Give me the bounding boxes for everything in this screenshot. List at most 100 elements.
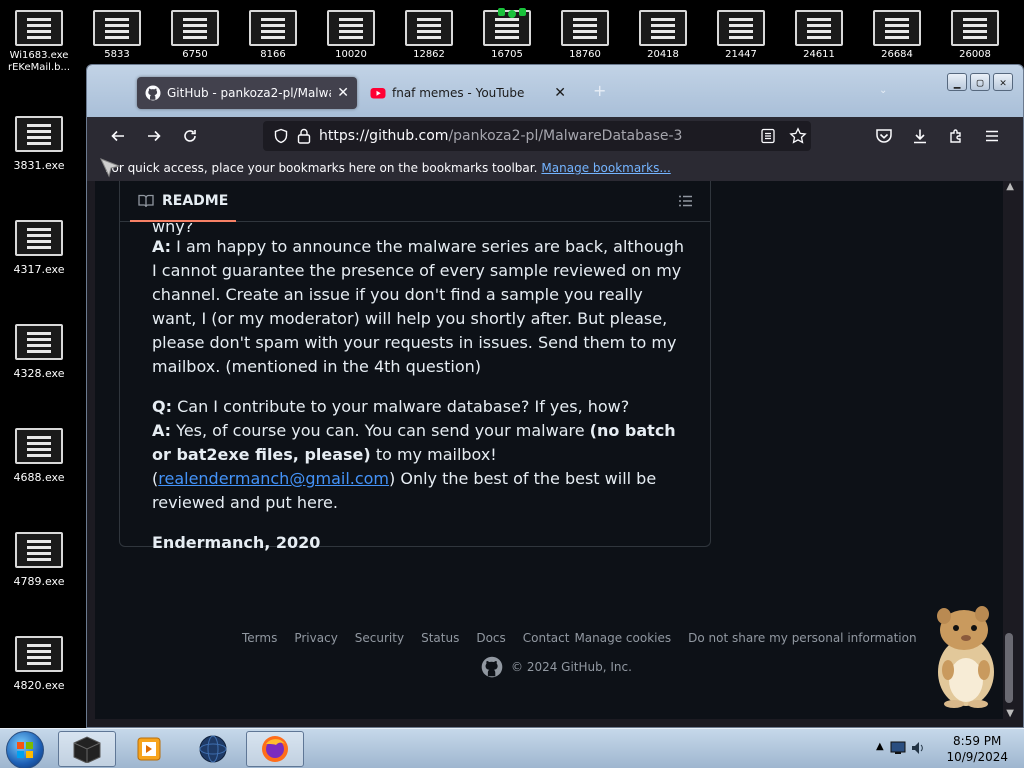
readme-header: README [120,181,710,222]
answer-label: A: [152,421,172,440]
manage-bookmarks-link[interactable]: Manage bookmarks... [541,161,670,175]
desktop-icon-exe[interactable]: 4688.exe [8,428,70,484]
globe-app-icon [199,735,227,763]
desktop-icon-label: 4789.exe [13,575,65,588]
reader-view-icon[interactable] [761,128,775,144]
media-player-icon [137,737,161,761]
exe-file-icon [93,10,141,46]
exe-file-icon [795,10,843,46]
desktop-icon-exe[interactable]: 4820.exe [8,636,70,692]
desktop-icon-exe[interactable]: 26008 [944,10,1006,57]
exe-file-icon [405,10,453,46]
desktop-icon-exe[interactable]: 3831.exe [8,116,70,172]
list-all-tabs-icon[interactable]: ⌄ [879,85,887,96]
footer-link-docs[interactable]: Docs [476,631,505,645]
firefox-icon [262,736,288,762]
footer-link-security[interactable]: Security [355,631,404,645]
menu-icon[interactable] [979,124,1005,148]
answer-text: Yes, of course you can. You can send you… [176,421,585,440]
taskbar-app-media-player[interactable] [120,731,178,767]
desktop-icon-exe[interactable]: 24611 [788,10,850,57]
tab-title: fnaf memes - YouTube [392,86,525,100]
desktop-icon-label: 16705 [491,49,523,57]
footer-link-status[interactable]: Status [421,631,459,645]
footer-link-manage-cookies[interactable]: Manage cookies [574,631,671,645]
taskbar-app-terminal[interactable] [58,731,116,767]
clock[interactable]: 8:59 PM 10/9/2024 [946,733,1008,765]
exe-file-icon [15,116,63,152]
github-icon[interactable] [481,656,503,678]
minimize-button[interactable]: ▁ [947,73,967,91]
email-link[interactable]: realendermanch@gmail.com [158,469,389,488]
github-icon [145,85,161,101]
desktop-icon-exe[interactable]: 12862 [398,10,460,57]
navigation-toolbar: https://github.com/pankoza2-pl/MalwareDa… [87,117,1023,155]
system-tray: ▲ 8:59 PM 10/9/2024 [866,729,1024,768]
forward-icon[interactable] [141,124,167,148]
shield-icon[interactable] [273,128,289,144]
footer-copyright: © 2024 GitHub, Inc. [481,656,632,678]
desktop-icon-exe[interactable]: 6750 [164,10,226,57]
answer-text: I am happy to announce the malware serie… [152,237,685,376]
footer-link-privacy[interactable]: Privacy [294,631,337,645]
desktop-icon-label: 26008 [959,49,991,57]
close-tab-icon[interactable]: ✕ [548,85,566,101]
pocket-icon[interactable] [871,124,897,148]
signature: Endermanch, 2020 [152,533,321,552]
tab-strip: GitHub - pankoza2-pl/Malware ✕ fnaf meme… [87,65,1023,117]
footer-link-do-not-share[interactable]: Do not share my personal information [688,631,916,645]
desktop-icon-exe[interactable]: 21447 [710,10,772,57]
footer-link-terms[interactable]: Terms [242,631,277,645]
desktop-icon-label: 21447 [725,49,757,57]
desktop-icon-label: 3831.exe [13,159,65,172]
scroll-up-icon[interactable]: ▲ [1006,181,1014,192]
close-window-button[interactable]: ✕ [993,73,1013,91]
exe-file-icon [15,324,63,360]
readme-tab[interactable]: README [130,181,237,222]
question-label: Q: [152,397,172,416]
exe-file-icon [249,10,297,46]
desktop-icon-exe[interactable]: 26684 [866,10,928,57]
taskbar-app-globe[interactable] [184,731,242,767]
desktop-icon-exe[interactable]: Wi1683.exe rEKeMail.b... [8,10,70,74]
question-text: Can I contribute to your malware databas… [177,397,630,416]
back-icon[interactable] [105,124,131,148]
network-icon[interactable] [890,739,908,757]
footer-links: Terms Privacy Security Status Docs Conta… [242,631,917,645]
desktop-icon-exe[interactable]: 4789.exe [8,532,70,588]
desktop-icon-label: 6750 [182,49,208,57]
clock-date: 10/9/2024 [946,750,1008,764]
desktop-icon-label: 20418 [647,49,679,57]
tab-github[interactable]: GitHub - pankoza2-pl/Malware ✕ [137,77,357,109]
footer-link-contact[interactable]: Contact [523,631,570,645]
desktop-icon-exe[interactable]: 5833 [86,10,148,57]
page-content: README why? A: I am happy to announce th… [95,181,1015,719]
exe-file-icon [717,10,765,46]
close-tab-icon[interactable]: ✕ [331,85,349,101]
desktop-icon-exe[interactable]: 10020 [320,10,382,57]
maximize-button[interactable]: ▢ [970,73,990,91]
tab-title: GitHub - pankoza2-pl/Malware [167,86,331,100]
new-tab-button[interactable]: + [593,81,606,100]
taskbar-app-firefox[interactable] [246,731,304,767]
address-bar[interactable]: https://github.com/pankoza2-pl/MalwareDa… [263,121,811,151]
lock-icon[interactable] [297,128,311,144]
start-button[interactable] [6,731,44,768]
desktop-icon-exe[interactable]: 4328.exe [8,324,70,380]
desktop-icon-exe[interactable]: 8166 [242,10,304,57]
table-of-contents-icon[interactable] [678,193,694,209]
bookmark-star-icon[interactable] [789,127,807,145]
volume-icon[interactable] [910,739,926,757]
extensions-icon[interactable] [943,124,969,148]
browser-window: GitHub - pankoza2-pl/Malware ✕ fnaf meme… [86,64,1024,728]
desktop-icon-exe[interactable]: 4317.exe [8,220,70,276]
reload-icon[interactable] [177,124,203,148]
desktop-icon-exe[interactable]: 20418 [632,10,694,57]
desktop-icon-label: 4317.exe [13,263,65,276]
url-domain: https://github.com [319,128,449,144]
show-hidden-icons-icon[interactable]: ▲ [876,741,884,752]
tab-youtube[interactable]: fnaf memes - YouTube ✕ [362,77,574,109]
exe-file-icon [15,428,63,464]
desktop-icon-exe[interactable]: 18760 [554,10,616,57]
downloads-icon[interactable] [907,124,933,148]
